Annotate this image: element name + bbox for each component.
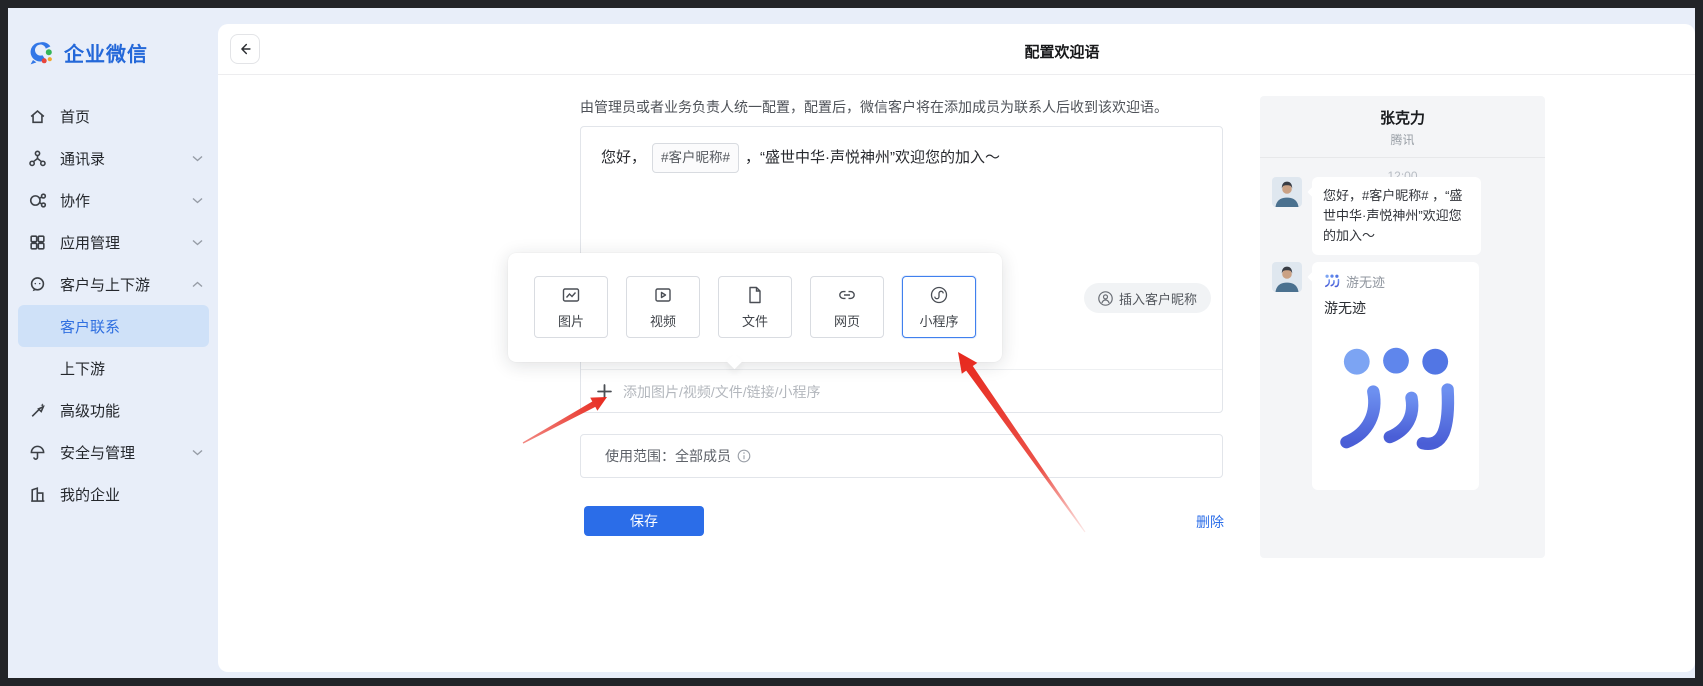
insert-nickname-button[interactable]: 插入客户昵称 bbox=[1084, 283, 1211, 313]
sidebar-item-label: 应用管理 bbox=[60, 232, 192, 253]
youwuji-logo-image bbox=[1332, 346, 1460, 462]
popup-option-label: 图片 bbox=[558, 311, 584, 330]
sidebar-item-collaboration[interactable]: 协作 bbox=[8, 179, 218, 221]
miniprogram-card-title: 游无迹 bbox=[1324, 298, 1467, 318]
image-icon bbox=[561, 285, 581, 305]
collaboration-icon bbox=[28, 191, 47, 210]
contacts-icon bbox=[28, 149, 47, 168]
insert-nickname-label: 插入客户昵称 bbox=[1119, 289, 1197, 308]
sidebar: 企业微信 首页 通讯录 bbox=[8, 8, 218, 678]
miniprogram-source-name: 游无迹 bbox=[1346, 272, 1385, 291]
chevron-down-icon bbox=[192, 449, 203, 456]
sidebar-item-label: 协作 bbox=[60, 190, 192, 211]
miniprogram-card-image bbox=[1324, 330, 1467, 478]
chevron-down-icon bbox=[192, 239, 203, 246]
add-attachment-button[interactable]: 添加图片/视频/文件/链接/小程序 bbox=[597, 369, 821, 414]
sidebar-nav: 首页 通讯录 协作 bbox=[8, 95, 218, 515]
miniprogram-source-logo-icon bbox=[1324, 274, 1340, 289]
sidebar-item-my-enterprise[interactable]: 我的企业 bbox=[8, 473, 218, 515]
attachment-options: 图片 视频 文件 bbox=[508, 253, 1002, 338]
main-panel: 配置欢迎语 由管理员或者业务负责人统一配置，配置后，微信客户将在添加成员为联系人… bbox=[218, 24, 1695, 672]
screenshot-frame: 企业微信 首页 通讯录 bbox=[0, 0, 1703, 686]
message-prefix: 您好， bbox=[601, 145, 646, 171]
sidebar-item-label: 客户联系 bbox=[60, 316, 194, 337]
sidebar-item-label: 通讯录 bbox=[60, 148, 192, 169]
popup-option-label: 视频 bbox=[650, 311, 676, 330]
customer-nickname-chip[interactable]: #客户昵称# bbox=[652, 143, 739, 173]
chevron-down-icon bbox=[192, 197, 203, 204]
miniprogram-icon bbox=[929, 285, 949, 305]
usage-scope-box[interactable]: 使用范围：全部成员 bbox=[580, 434, 1223, 478]
home-icon bbox=[28, 107, 47, 126]
plus-icon bbox=[597, 384, 612, 399]
page-title: 配置欢迎语 bbox=[1024, 41, 1099, 62]
save-button[interactable]: 保存 bbox=[584, 506, 704, 536]
info-icon bbox=[737, 449, 751, 463]
chat-bubble-icon bbox=[28, 275, 47, 294]
sidebar-item-label: 客户与上下游 bbox=[60, 274, 192, 295]
sidebar-item-customers[interactable]: 客户与上下游 bbox=[8, 263, 218, 305]
contact-company: 腾讯 bbox=[1260, 131, 1545, 148]
popup-option-label: 小程序 bbox=[919, 311, 958, 330]
popup-option-file[interactable]: 文件 bbox=[718, 276, 792, 338]
miniprogram-card-row: 游无迹 游无迹 bbox=[1272, 262, 1479, 490]
delete-button[interactable]: 删除 bbox=[1196, 512, 1224, 532]
sidebar-item-label: 首页 bbox=[60, 106, 203, 127]
sidebar-item-advanced-features[interactable]: 高级功能 bbox=[8, 389, 218, 431]
brand: 企业微信 bbox=[8, 38, 218, 67]
instruction-text: 由管理员或者业务负责人统一配置，配置后，微信客户将在添加成员为联系人后收到该欢迎… bbox=[580, 97, 1240, 117]
sidebar-item-home[interactable]: 首页 bbox=[8, 95, 218, 137]
popup-option-image[interactable]: 图片 bbox=[534, 276, 608, 338]
popup-option-label: 文件 bbox=[742, 311, 768, 330]
app-grid-icon bbox=[28, 233, 47, 252]
chat-preview-panel: 张克力 腾讯 12:00 您好，#客户昵称# ，“盛世中华·声悦神州”欢迎您的加… bbox=[1260, 96, 1545, 558]
sidebar-item-label: 安全与管理 bbox=[60, 442, 192, 463]
miniprogram-card[interactable]: 游无迹 游无迹 bbox=[1312, 262, 1479, 490]
link-icon bbox=[837, 285, 857, 305]
video-icon bbox=[653, 285, 673, 305]
building-icon bbox=[28, 485, 47, 504]
sidebar-item-contacts[interactable]: 通讯录 bbox=[8, 137, 218, 179]
sidebar-item-customer-contact[interactable]: 客户联系 bbox=[18, 305, 209, 347]
brand-name: 企业微信 bbox=[64, 38, 148, 67]
chevron-down-icon bbox=[192, 155, 203, 162]
sidebar-item-app-management[interactable]: 应用管理 bbox=[8, 221, 218, 263]
popup-option-miniprogram[interactable]: 小程序 bbox=[902, 276, 976, 338]
umbrella-icon bbox=[28, 443, 47, 462]
back-button[interactable] bbox=[230, 34, 260, 64]
message-suffix: ，“盛世中华·声悦神州”欢迎您的加入～ bbox=[745, 145, 1000, 171]
welcome-message-bubble: 您好，#客户昵称# ，“盛世中华·声悦神州”欢迎您的加入～ bbox=[1312, 177, 1481, 255]
sidebar-item-upstream-downstream[interactable]: 上下游 bbox=[8, 347, 218, 389]
popup-option-video[interactable]: 视频 bbox=[626, 276, 700, 338]
topbar: 配置欢迎语 bbox=[218, 24, 1695, 75]
welcome-message-bubble-row: 您好，#客户昵称# ，“盛世中华·声悦神州”欢迎您的加入～ bbox=[1272, 177, 1481, 255]
arrow-left-icon bbox=[237, 41, 253, 57]
avatar bbox=[1272, 262, 1302, 292]
usage-scope-label: 使用范围：全部成员 bbox=[605, 446, 731, 466]
attachment-popup: 图片 视频 文件 bbox=[508, 253, 1002, 362]
app-window: 企业微信 首页 通讯录 bbox=[8, 8, 1695, 678]
sidebar-item-security[interactable]: 安全与管理 bbox=[8, 431, 218, 473]
popup-option-label: 网页 bbox=[834, 311, 860, 330]
person-circle-icon bbox=[1098, 291, 1113, 306]
sidebar-item-label: 上下游 bbox=[60, 358, 203, 379]
miniprogram-card-header: 游无迹 bbox=[1324, 272, 1467, 291]
avatar bbox=[1272, 177, 1302, 207]
contact-name: 张克力 bbox=[1260, 96, 1545, 128]
preview-divider bbox=[1260, 157, 1545, 158]
wand-icon bbox=[28, 401, 47, 420]
chevron-up-icon bbox=[192, 281, 203, 288]
wechat-work-logo-icon bbox=[27, 39, 55, 67]
popup-option-webpage[interactable]: 网页 bbox=[810, 276, 884, 338]
file-icon bbox=[745, 285, 765, 305]
sidebar-item-label: 我的企业 bbox=[60, 484, 203, 505]
add-attachment-label: 添加图片/视频/文件/链接/小程序 bbox=[623, 382, 821, 402]
welcome-message-text: 您好， #客户昵称# ，“盛世中华·声悦神州”欢迎您的加入～ bbox=[601, 143, 1202, 173]
sidebar-item-label: 高级功能 bbox=[60, 400, 203, 421]
